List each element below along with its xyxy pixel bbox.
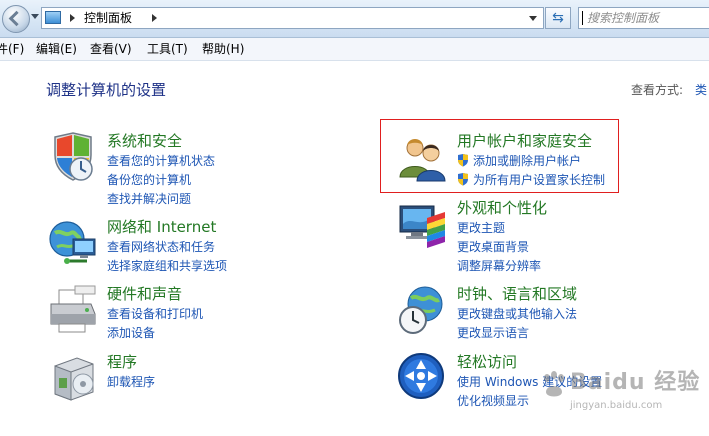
link-add-device[interactable]: 添加设备 [107, 325, 155, 341]
address-box[interactable]: 控制面板 [41, 7, 544, 29]
link-uninstall-program[interactable]: 卸载程序 [107, 374, 155, 390]
uac-shield-icon [458, 154, 468, 167]
ease-of-access-icon[interactable] [397, 352, 449, 404]
breadcrumb-arrow-icon[interactable] [152, 14, 157, 22]
menu-view[interactable]: 查看(V) [90, 38, 132, 60]
recent-pages-dropdown[interactable] [31, 14, 39, 19]
link-backup-computer[interactable]: 备份您的计算机 [107, 172, 191, 188]
category-title[interactable]: 硬件和声音 [107, 284, 182, 304]
link-parental-controls[interactable]: 为所有用户设置家长控制 [457, 172, 605, 188]
text-caret [582, 11, 583, 25]
category-title[interactable]: 外观和个性化 [457, 198, 547, 218]
page-title: 调整计算机的设置 [46, 81, 167, 99]
breadcrumb-control-panel[interactable]: 控制面板 [84, 10, 132, 26]
category-title[interactable]: 程序 [107, 352, 137, 372]
monitor-palette-icon[interactable] [397, 198, 449, 250]
shield-icon[interactable] [47, 131, 99, 183]
breadcrumb-arrow-icon[interactable] [70, 14, 75, 22]
search-input[interactable]: 搜索控制面板 [578, 7, 709, 29]
link-change-theme[interactable]: 更改主题 [457, 220, 505, 236]
watermark-url: jingyan.baidu.com [570, 400, 663, 411]
paw-logo-icon [544, 371, 564, 397]
refresh-icon: ⇆ [552, 10, 564, 26]
watermark: Baidu 经验 jingyan.baidu.com [540, 370, 705, 420]
link-homegroup-sharing[interactable]: 选择家庭组和共享选项 [107, 258, 227, 274]
link-troubleshoot[interactable]: 查找并解决问题 [107, 191, 191, 207]
category-title[interactable]: 网络和 Internet [107, 217, 216, 237]
menu-edit[interactable]: 编辑(E) [36, 38, 77, 60]
refresh-button[interactable]: ⇆ [545, 7, 571, 29]
back-button[interactable] [2, 5, 30, 33]
menu-help[interactable]: 帮助(H) [202, 38, 244, 60]
menu-bar: 件(F) 编辑(E) 查看(V) 工具(T) 帮助(H) [0, 38, 709, 61]
link-display-language[interactable]: 更改显示语言 [457, 325, 529, 341]
address-bar: 控制面板 ⇆ 搜索控制面板 [0, 0, 709, 38]
view-by-dropdown[interactable]: 类 [695, 82, 707, 98]
category-title[interactable]: 用户帐户和家庭安全 [457, 131, 592, 151]
link-optimize-video[interactable]: 优化视频显示 [457, 393, 529, 409]
users-icon[interactable] [397, 131, 449, 183]
link-add-remove-users[interactable]: 添加或删除用户帐户 [457, 153, 581, 169]
view-by-label: 查看方式: [631, 83, 684, 97]
link-view-computer-status[interactable]: 查看您的计算机状态 [107, 153, 215, 169]
uac-shield-icon [458, 173, 468, 186]
link-change-keyboard[interactable]: 更改键盘或其他输入法 [457, 306, 577, 322]
clock-globe-icon[interactable] [397, 284, 449, 336]
link-network-status[interactable]: 查看网络状态和任务 [107, 239, 215, 255]
link-text: 添加或删除用户帐户 [473, 154, 582, 168]
address-dropdown-icon[interactable] [529, 16, 537, 21]
search-placeholder: 搜索控制面板 [587, 11, 660, 25]
category-title[interactable]: 时钟、语言和区域 [457, 284, 577, 304]
link-devices-printers[interactable]: 查看设备和打印机 [107, 306, 203, 322]
link-desktop-background[interactable]: 更改桌面背景 [457, 239, 529, 255]
link-screen-resolution[interactable]: 调整屏幕分辨率 [457, 258, 541, 274]
menu-tools[interactable]: 工具(T) [147, 38, 188, 60]
watermark-text: Baidu 经验 [570, 370, 701, 395]
link-text: 为所有用户设置家长控制 [473, 173, 606, 187]
control-panel-icon [45, 11, 61, 24]
printer-icon[interactable] [47, 284, 99, 336]
category-title[interactable]: 轻松访问 [457, 352, 517, 372]
programs-box-icon[interactable] [47, 352, 99, 404]
menu-file[interactable]: 件(F) [0, 38, 24, 60]
category-title[interactable]: 系统和安全 [107, 131, 182, 151]
network-globe-icon[interactable] [47, 217, 99, 269]
